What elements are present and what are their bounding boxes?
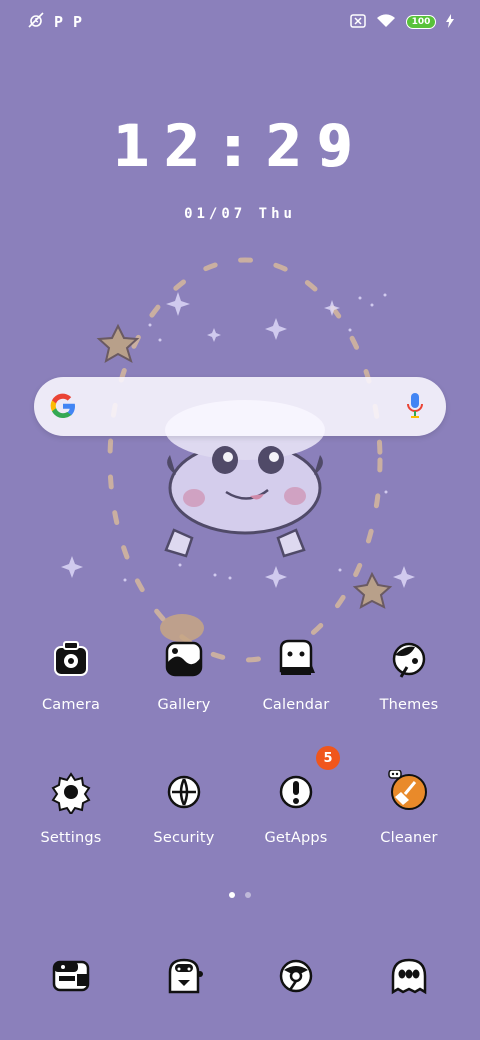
- google-logo-icon[interactable]: [48, 391, 78, 425]
- page-dot[interactable]: [245, 892, 251, 898]
- app-getapps[interactable]: GetApps: [241, 770, 351, 846]
- contacts-icon[interactable]: [162, 954, 206, 998]
- camera-icon[interactable]: [49, 637, 93, 681]
- app-label: Cleaner: [380, 830, 438, 846]
- calendar-icon[interactable]: [274, 637, 318, 681]
- themes-icon[interactable]: [387, 637, 431, 681]
- getapps-notification-badge: 5: [316, 746, 340, 770]
- clock-widget-time[interactable]: 12:29: [0, 112, 480, 180]
- wifi-icon: [376, 12, 396, 32]
- google-search-bar[interactable]: [34, 377, 446, 436]
- clock-widget-date[interactable]: 01/07 Thu: [0, 206, 480, 222]
- app-label: GetApps: [264, 830, 328, 846]
- app-themes[interactable]: Themes: [354, 637, 464, 713]
- status-bar-left: P P: [28, 12, 82, 32]
- app-label: Calendar: [262, 697, 330, 713]
- app-label: Themes: [379, 697, 439, 713]
- notification-p-icon: P: [73, 13, 83, 31]
- messages-icon[interactable]: [49, 954, 93, 998]
- dock-contacts[interactable]: [129, 954, 239, 998]
- app-label: Settings: [40, 830, 102, 846]
- gallery-icon[interactable]: [162, 637, 206, 681]
- dock-phone[interactable]: [354, 954, 464, 998]
- app-gallery[interactable]: Gallery: [129, 637, 239, 713]
- app-settings[interactable]: Settings: [16, 770, 126, 846]
- app-label: Gallery: [157, 697, 211, 713]
- no-sim-icon: [350, 13, 366, 32]
- app-cleaner[interactable]: Cleaner: [354, 769, 464, 846]
- battery-indicator: 100: [406, 15, 436, 29]
- settings-icon[interactable]: [49, 770, 93, 816]
- app-label: Security: [153, 830, 215, 846]
- page-dot-active[interactable]: [229, 892, 235, 898]
- dock-messages[interactable]: [16, 954, 126, 998]
- notification-p-icon: P: [54, 13, 64, 31]
- dock-browser[interactable]: [241, 954, 351, 998]
- browser-icon[interactable]: [274, 954, 318, 998]
- status-bar-right: 100: [350, 12, 454, 32]
- app-camera[interactable]: Camera: [16, 637, 126, 713]
- voice-search-mic-icon[interactable]: [406, 392, 424, 424]
- cleaner-icon[interactable]: [387, 769, 431, 814]
- silent-alarm-icon: [28, 12, 44, 32]
- app-calendar[interactable]: Calendar: [241, 637, 351, 713]
- charging-icon: [446, 13, 454, 32]
- page-indicator: [0, 892, 480, 898]
- security-icon[interactable]: [162, 770, 206, 814]
- phone-icon[interactable]: [387, 954, 431, 998]
- getapps-icon[interactable]: [274, 770, 318, 814]
- app-security[interactable]: Security: [129, 770, 239, 846]
- app-label: Camera: [41, 697, 101, 713]
